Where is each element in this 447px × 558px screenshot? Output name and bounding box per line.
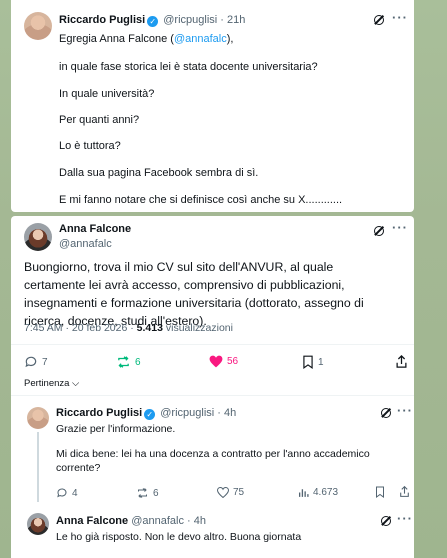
thread-line: [37, 432, 39, 502]
sort-dropdown[interactable]: Pertinenza ⌵: [24, 378, 79, 389]
tweet-header: Riccardo Puglisi ✓ @ricpuglisi · 21h: [59, 14, 246, 27]
bookmark-button[interactable]: 1: [302, 355, 324, 369]
divider: [11, 395, 414, 396]
tweet-time[interactable]: 21h: [227, 14, 245, 26]
reply-button[interactable]: 7: [24, 355, 48, 369]
author-handle[interactable]: @ricpuglisi: [160, 407, 214, 419]
like-button[interactable]: 75: [217, 487, 244, 498]
more-options-icon[interactable]: ···: [392, 220, 408, 235]
views-button[interactable]: 4.673: [298, 487, 338, 498]
tweet-text-line: Per quanti anni?: [59, 114, 140, 126]
author-handle[interactable]: @annafalc: [131, 515, 184, 527]
tweet-card-anna: Anna Falcone @annafalc ··· Buongiorno, t…: [11, 216, 414, 558]
avatar-anna[interactable]: [27, 513, 49, 535]
avatar-riccardo[interactable]: [24, 12, 52, 40]
reply-text: Le ho già risposto. Non le devo altro. B…: [56, 531, 302, 543]
tweet-metadata: 7:45 AM · 20 feb 2026 · 5.413 visualizza…: [24, 322, 233, 334]
more-options-icon[interactable]: ···: [392, 10, 408, 25]
author-handle[interactable]: @annafalc: [59, 238, 131, 250]
tweet-body: Buongiorno, trova il mio CV sul sito del…: [24, 260, 364, 328]
reply-count: 7: [42, 356, 48, 368]
more-options-icon[interactable]: ···: [397, 403, 413, 418]
grok-icon[interactable]: [374, 15, 384, 25]
repost-button[interactable]: 6: [116, 355, 141, 369]
share-button[interactable]: [399, 485, 410, 498]
tweet-text-line: in quale fase storica lei è stata docent…: [59, 61, 318, 73]
bookmark-button[interactable]: [375, 486, 385, 498]
grok-icon[interactable]: [381, 516, 391, 526]
reply-icon: [57, 488, 67, 498]
avatar-riccardo[interactable]: [27, 407, 49, 429]
reply-header: Anna Falcone @annafalc · 4h: [56, 515, 206, 527]
heart-icon: [209, 355, 223, 368]
divider: [11, 344, 414, 345]
reply-count: 4: [72, 487, 78, 499]
like-count: 56: [227, 356, 239, 367]
mention-link[interactable]: @annafalc: [174, 33, 227, 45]
author-name[interactable]: Anna Falcone: [59, 223, 131, 235]
analytics-icon: [298, 489, 309, 497]
reply-text-line: Mi dica bene: lei ha una docenza a contr…: [56, 448, 370, 460]
verified-badge-icon: ✓: [144, 409, 156, 420]
share-button[interactable]: [395, 354, 408, 369]
chevron-down-icon: ⌵: [69, 378, 80, 389]
reply-text-line: corrente?: [56, 462, 101, 474]
repost-icon: [138, 488, 147, 498]
repost-icon: [118, 356, 129, 368]
tweet-timestamp[interactable]: 7:45 AM · 20 feb 2026 ·: [24, 322, 137, 334]
author-name[interactable]: Riccardo Puglisi: [56, 407, 142, 419]
author-handle[interactable]: @ricpuglisi: [163, 14, 217, 26]
tweet-text-line: Lo è tuttora?: [59, 140, 121, 152]
reply-icon: [25, 356, 37, 368]
bookmark-icon: [376, 486, 384, 498]
tweet-header: Anna Falcone @annafalc: [59, 223, 131, 250]
tweet-text-line: In quale università?: [59, 88, 155, 100]
reply-header: Riccardo Puglisi ✓ @ricpuglisi · 4h: [56, 407, 236, 420]
author-name[interactable]: Riccardo Puglisi: [59, 14, 145, 26]
like-count: 75: [233, 487, 245, 498]
repost-count: 6: [153, 487, 159, 499]
grok-icon[interactable]: [381, 408, 391, 418]
repost-button[interactable]: 6: [136, 487, 159, 499]
more-options-icon[interactable]: ···: [397, 511, 413, 526]
reply-time[interactable]: · 4h: [217, 407, 236, 419]
author-name[interactable]: Anna Falcone: [56, 515, 128, 527]
bookmark-count: 1: [318, 356, 324, 368]
heart-icon: [217, 487, 229, 498]
repost-count: 6: [135, 356, 141, 368]
views-count: 5.413: [136, 322, 163, 334]
reply-text-line: Grazie per l'informazione.: [56, 423, 176, 435]
grok-icon[interactable]: [374, 226, 384, 236]
verified-badge-icon: ✓: [147, 16, 159, 27]
bookmark-icon: [303, 355, 313, 369]
tweet-text-line: Dalla sua pagina Facebook sembra di sì.: [59, 167, 259, 179]
tweet-card-riccardo[interactable]: Riccardo Puglisi ✓ @ricpuglisi · 21h ··· …: [11, 0, 414, 212]
tweet-text-line: E mi fanno notare che si definisce così …: [59, 194, 343, 206]
views-count: 4.673: [313, 487, 339, 498]
reply-button[interactable]: 4: [56, 487, 78, 499]
share-icon: [396, 354, 407, 368]
reply-time[interactable]: · 4h: [187, 515, 206, 527]
tweet-text-line: Egregia Anna Falcone (@annafalc),: [59, 33, 234, 45]
avatar-anna[interactable]: [24, 223, 52, 251]
share-icon: [400, 485, 409, 497]
like-button[interactable]: 56: [209, 355, 238, 368]
